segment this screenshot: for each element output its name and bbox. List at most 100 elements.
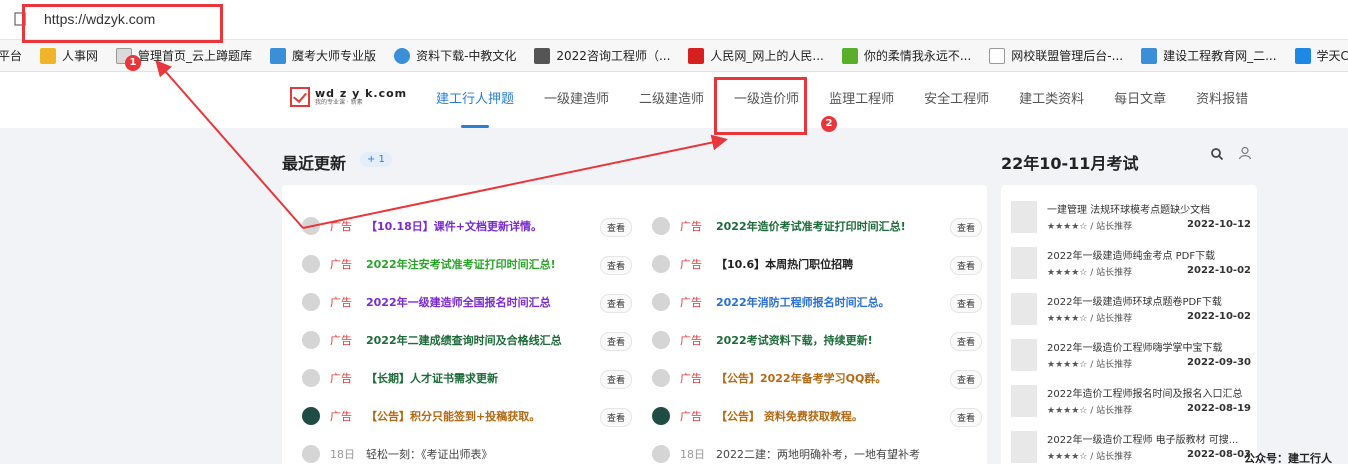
item-title[interactable]: 2022年二建成绩查询时间及合格线汇总 (366, 332, 632, 348)
nav-item[interactable]: 二级建造师 (639, 72, 704, 128)
list-item[interactable]: 广告 2022年消防工程师报名时间汇总。 查看 (652, 283, 982, 321)
exam-item-title[interactable]: 2022年一级建造师纯金考点 PDF下载 (1047, 247, 1251, 262)
nav-item[interactable]: 一级建造师 (544, 72, 609, 128)
nav-item[interactable]: 每日文章 (1114, 72, 1166, 128)
view-button[interactable]: 查看 (949, 256, 982, 275)
view-button[interactable]: 查看 (599, 218, 632, 237)
item-title[interactable]: 【公告】 资料免费获取教程。 (716, 408, 982, 424)
bookmark-item[interactable]: 建设工程教育网_二... (1141, 46, 1277, 66)
annotation-box-nav (714, 77, 807, 135)
exam-item-title[interactable]: 一建管理 法规环球模考点题缺少文档 (1047, 201, 1251, 216)
item-title[interactable]: 2022考试资料下载，持续更新! (716, 332, 982, 348)
bookmark-item[interactable]: 2022咨询工程师（... (534, 46, 670, 66)
item-title[interactable]: 【公告】积分只能签到+投稿获取。 (366, 408, 632, 424)
bookmark-item[interactable]: 人民网_网上的人民... (688, 46, 824, 66)
exam-item-title[interactable]: 2022年一级造价工程师 电子版教材 可搜... (1047, 431, 1251, 446)
view-button[interactable]: 查看 (599, 408, 632, 427)
view-button[interactable]: 查看 (949, 370, 982, 389)
item-tag: 广告 (680, 220, 702, 233)
view-button[interactable]: 查看 (949, 294, 982, 313)
exam-item-title[interactable]: 2022年一级建造师环球点题卷PDF下载 (1047, 293, 1251, 308)
view-button[interactable]: 查看 (599, 332, 632, 351)
bookmark-item[interactable]: 资料下载-中教文化 (394, 46, 516, 66)
site-logo[interactable]: wd z y k.com 我的专业课 · 新素 (290, 87, 407, 107)
item-tag: 广告 (680, 372, 702, 385)
recent-list-panel: 广告 【10.18日】课件+文档更新详情。 查看 广告 2022年注安考试准考证打印时间… (282, 185, 987, 464)
annotation-badge-1: 1 (125, 55, 141, 71)
bookmark-label: 学天CRM (1316, 49, 1348, 63)
exam-list-item[interactable]: 2022年一级建造师环球点题卷PDF下载 ★★★★☆ / 站长推荐 2022-10-… (1011, 291, 1251, 337)
site-icon (841, 47, 858, 64)
list-item[interactable]: 18日 轻松一刻：《考证出师表》 (302, 435, 632, 464)
item-title[interactable]: 2022年一级建造师全国报名时间汇总 (366, 294, 632, 310)
item-tag: 广告 (680, 410, 702, 423)
bookmark-item[interactable]: 人事网 (40, 46, 98, 66)
item-tag: 18日 (680, 448, 705, 461)
list-item[interactable]: 广告 2022年造价考试准考证打印时间汇总! 查看 (652, 207, 982, 245)
nav-item[interactable]: 监理工程师 (829, 72, 894, 128)
thumbnail-icon (652, 331, 670, 349)
exam-title: 22年10-11月考试 (1001, 154, 1139, 173)
bookmark-item[interactable]: 网校联盟管理后台-... (989, 46, 1123, 66)
item-title[interactable]: 【10.18日】课件+文档更新详情。 (366, 218, 632, 234)
list-item[interactable]: 广告 2022年二建成绩查询时间及合格线汇总 查看 (302, 321, 632, 359)
exam-item-rating: ★★★★☆ / 站长推荐 (1047, 406, 1133, 416)
item-title[interactable]: 2022年注安考试准考证打印时间汇总! (366, 256, 632, 272)
exam-item-date: 2022-10-02 (1187, 265, 1251, 276)
view-button[interactable]: 查看 (599, 256, 632, 275)
item-title[interactable]: 【10.6】本周热门职位招聘 (716, 256, 982, 272)
view-button[interactable]: 查看 (949, 332, 982, 351)
item-tag: 18日 (330, 448, 355, 461)
view-button[interactable]: 查看 (949, 408, 982, 427)
bookmark-item[interactable]: 你的柔情我永远不... (841, 46, 971, 66)
exam-item-date: 2022-08-19 (1187, 403, 1251, 414)
exam-list-item[interactable]: 2022年一级造价工程师嗨学掌中宝下载 ★★★★☆ / 站长推荐 2022-09-3… (1011, 337, 1251, 383)
document-thumbnail (1011, 293, 1037, 325)
bookmark-item[interactable]: 魔考大师专业版 (270, 46, 376, 66)
bookmark-item[interactable]: 平台 (0, 46, 22, 66)
exam-item-rating: ★★★★☆ / 站长推荐 (1047, 452, 1133, 462)
nav-item[interactable]: 资料报错 (1196, 72, 1248, 128)
thumbnail-icon (302, 217, 320, 235)
bookmark-item[interactable]: 学天CRM (1294, 46, 1348, 66)
exam-list-item[interactable]: 2022年一级建造师纯金考点 PDF下载 ★★★★☆ / 站长推荐 2022-10-… (1011, 245, 1251, 291)
exam-item-title[interactable]: 2022年一级造价工程师嗨学掌中宝下载 (1047, 339, 1251, 354)
list-item[interactable]: 广告 【10.6】本周热门职位招聘 查看 (652, 245, 982, 283)
nav-item[interactable]: 安全工程师 (924, 72, 989, 128)
item-tag: 广告 (330, 258, 352, 271)
item-title[interactable]: 2022年造价考试准考证打印时间汇总! (716, 218, 982, 234)
item-title[interactable]: 2022年消防工程师报名时间汇总。 (716, 294, 982, 310)
nav-item[interactable]: 建工行人押题 (436, 72, 514, 128)
bookmark-label: 管理首页_云上蹲题库 (138, 49, 253, 63)
list-item[interactable]: 广告 【10.18日】课件+文档更新详情。 查看 (302, 207, 632, 245)
item-title[interactable]: 【长期】人才证书需求更新 (366, 370, 632, 386)
bookmark-label: 建设工程教育网_二... (1163, 49, 1277, 63)
list-item[interactable]: 广告 2022年一级建造师全国报名时间汇总 查看 (302, 283, 632, 321)
list-item[interactable]: 广告 【长期】人才证书需求更新 查看 (302, 359, 632, 397)
item-title[interactable]: 2022二建：两地明确补考，一地有望补考 (716, 446, 982, 462)
view-button[interactable]: 查看 (599, 294, 632, 313)
user-icon[interactable] (1238, 146, 1252, 160)
item-tag: 广告 (330, 296, 352, 309)
exam-item-title[interactable]: 2022年造价工程师报名时间及报名入口汇总 (1047, 385, 1251, 400)
list-item[interactable]: 广告 【公告】 资料免费获取教程。 查看 (652, 397, 982, 435)
list-item[interactable]: 广告 2022年注安考试准考证打印时间汇总! 查看 (302, 245, 632, 283)
bookmark-label: 人事网 (62, 49, 99, 63)
list-item[interactable]: 广告 【公告】2022年备考学习QQ群。 查看 (652, 359, 982, 397)
list-item[interactable]: 广告 2022考试资料下载，持续更新! 查看 (652, 321, 982, 359)
list-item[interactable]: 广告 【公告】积分只能签到+投稿获取。 查看 (302, 397, 632, 435)
list-item[interactable]: 18日 2022二建：两地明确补考，一地有望补考 (652, 435, 982, 464)
view-button[interactable]: 查看 (599, 370, 632, 389)
exam-list-item[interactable]: 2022年造价工程师报名时间及报名入口汇总 ★★★★☆ / 站长推荐 2022-08… (1011, 383, 1251, 429)
item-title[interactable]: 【公告】2022年备考学习QQ群。 (716, 370, 982, 386)
nav-item[interactable]: 建工类资料 (1019, 72, 1084, 128)
item-title[interactable]: 轻松一刻：《考证出师表》 (366, 446, 632, 462)
exam-list-item[interactable]: 一建管理 法规环球模考点题缺少文档 ★★★★☆ / 站长推荐 2022-10-12 (1011, 199, 1251, 245)
view-button[interactable]: 查看 (949, 218, 982, 237)
search-icon[interactable] (1210, 147, 1224, 161)
site-icon (688, 47, 705, 64)
page-icon (989, 47, 1006, 64)
watermark-text: 公众号：建工行人 (1244, 452, 1332, 464)
item-tag: 广告 (680, 258, 702, 271)
exam-list-item[interactable]: 2022年一级造价工程师 电子版教材 可搜... ★★★★☆ / 站长推荐 2022… (1011, 429, 1251, 464)
